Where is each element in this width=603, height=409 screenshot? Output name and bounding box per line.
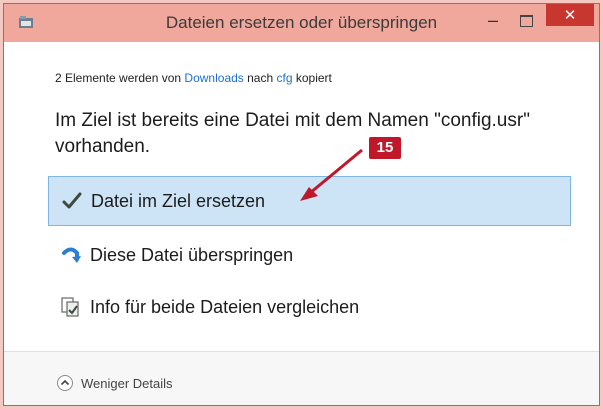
copy-conflict-dialog: Dateien ersetzen oder überspringen – ✕ 2… [3, 3, 600, 406]
info-middle: nach [243, 71, 277, 85]
option-skip[interactable]: Diese Datei überspringen [48, 230, 571, 280]
window-title: Dateien ersetzen oder überspringen [165, 13, 438, 32]
maximize-icon [520, 15, 533, 27]
chevron-up-icon [57, 375, 73, 391]
title-bar[interactable]: Dateien ersetzen oder überspringen – ✕ [4, 4, 599, 42]
checkmark-icon [61, 190, 83, 212]
option-compare[interactable]: Info für beide Dateien vergleichen [48, 282, 571, 332]
less-details-button[interactable]: Weniger Details [57, 375, 173, 391]
info-prefix: 2 Elemente werden von [55, 71, 185, 85]
compare-files-icon [60, 296, 82, 318]
conflict-message: Im Ziel ist bereits eine Datei mit dem N… [55, 110, 530, 157]
maximize-button[interactable] [512, 10, 538, 34]
option-label: Datei im Ziel ersetzen [91, 190, 266, 211]
skip-arrow-icon [60, 244, 82, 266]
dialog-footer: Weniger Details [4, 352, 599, 405]
copy-info-text: 2 Elemente werden von Downloads nach cfg… [55, 71, 332, 85]
info-suffix: kopiert [292, 71, 332, 85]
annotation-badge: 15 [369, 137, 401, 159]
source-folder-link[interactable]: Downloads [184, 71, 243, 85]
option-label: Info für beide Dateien vergleichen [90, 296, 360, 317]
less-details-label: Weniger Details [81, 375, 173, 391]
option-replace[interactable]: Datei im Ziel ersetzen [48, 176, 571, 226]
option-label: Diese Datei überspringen [90, 244, 294, 265]
target-folder-link[interactable]: cfg [277, 71, 293, 85]
close-button[interactable]: ✕ [546, 4, 594, 26]
minimize-button[interactable]: – [480, 10, 506, 34]
